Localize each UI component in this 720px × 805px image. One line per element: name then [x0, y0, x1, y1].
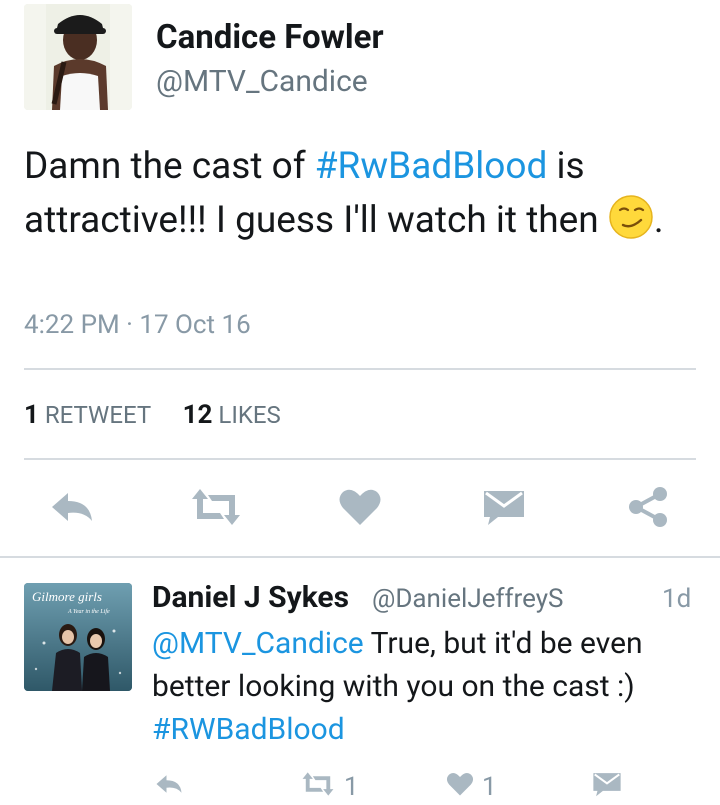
divider — [24, 458, 696, 460]
retweet-button[interactable] — [188, 486, 244, 532]
reply-retweet-button[interactable]: 1 — [300, 770, 359, 804]
share-button[interactable] — [620, 486, 676, 532]
share-icon — [626, 485, 670, 533]
reply-retweet-count: 1 — [344, 772, 359, 802]
reply-icon — [154, 772, 184, 803]
likes-stat[interactable]: 12 LIKES — [182, 400, 281, 430]
envelope-icon — [592, 770, 622, 805]
reply-author-avatar[interactable]: Gilmore girls A Year in the Life — [24, 583, 132, 691]
retweets-stat[interactable]: 1 RETWEET — [24, 400, 151, 430]
engagement-stats: 1 RETWEET 12 LIKES — [24, 400, 281, 430]
author-name[interactable]: Candice Fowler — [156, 18, 384, 57]
mention-link[interactable]: @MTV_Candice — [152, 626, 364, 661]
avatar-subtitle-text: A Year in the Life — [67, 608, 110, 615]
avatar-title-text: Gilmore girls — [32, 589, 102, 604]
author-avatar[interactable] — [24, 4, 132, 110]
reply-text: @MTV_Candice True, but it'd be even bett… — [152, 622, 712, 751]
smirk-emoji-icon — [608, 194, 654, 240]
reply-icon — [48, 489, 96, 529]
tweet-timestamp[interactable]: 4:22 PM · 17 Oct 16 — [24, 310, 251, 340]
reply-hashtag-link[interactable]: #RWBadBlood — [152, 712, 345, 747]
heart-icon — [338, 487, 382, 531]
like-button[interactable] — [332, 486, 388, 532]
reply-reply-button[interactable] — [154, 770, 184, 804]
reply-like-button[interactable]: 1 — [446, 770, 497, 804]
tweet-text: Damn the cast of #RwBadBlood is attracti… — [24, 140, 684, 248]
reply-timestamp[interactable]: 1d — [662, 584, 691, 614]
retweet-icon — [188, 487, 244, 531]
retweets-count: 1 — [24, 400, 39, 430]
likes-count: 12 — [182, 400, 213, 430]
tweet-text-before: Damn the cast of — [24, 145, 315, 188]
divider — [0, 556, 720, 558]
tweet-text-end: . — [653, 199, 664, 242]
hashtag-link[interactable]: #RwBadBlood — [315, 145, 548, 188]
likes-label: LIKES — [218, 401, 281, 429]
retweet-icon — [300, 771, 336, 804]
reply-button[interactable] — [44, 486, 100, 532]
divider — [24, 368, 696, 370]
envelope-icon — [482, 487, 526, 531]
reply-author-handle[interactable]: @DanielJeffreyS — [372, 584, 563, 614]
author-handle[interactable]: @MTV_Candice — [156, 64, 368, 99]
direct-message-button[interactable] — [476, 486, 532, 532]
retweets-label: RETWEET — [44, 401, 151, 429]
heart-icon — [446, 771, 474, 804]
reply-like-count: 1 — [482, 772, 497, 802]
reply-author-name[interactable]: Daniel J Sykes — [152, 580, 349, 615]
reply-dm-button[interactable] — [592, 770, 622, 804]
